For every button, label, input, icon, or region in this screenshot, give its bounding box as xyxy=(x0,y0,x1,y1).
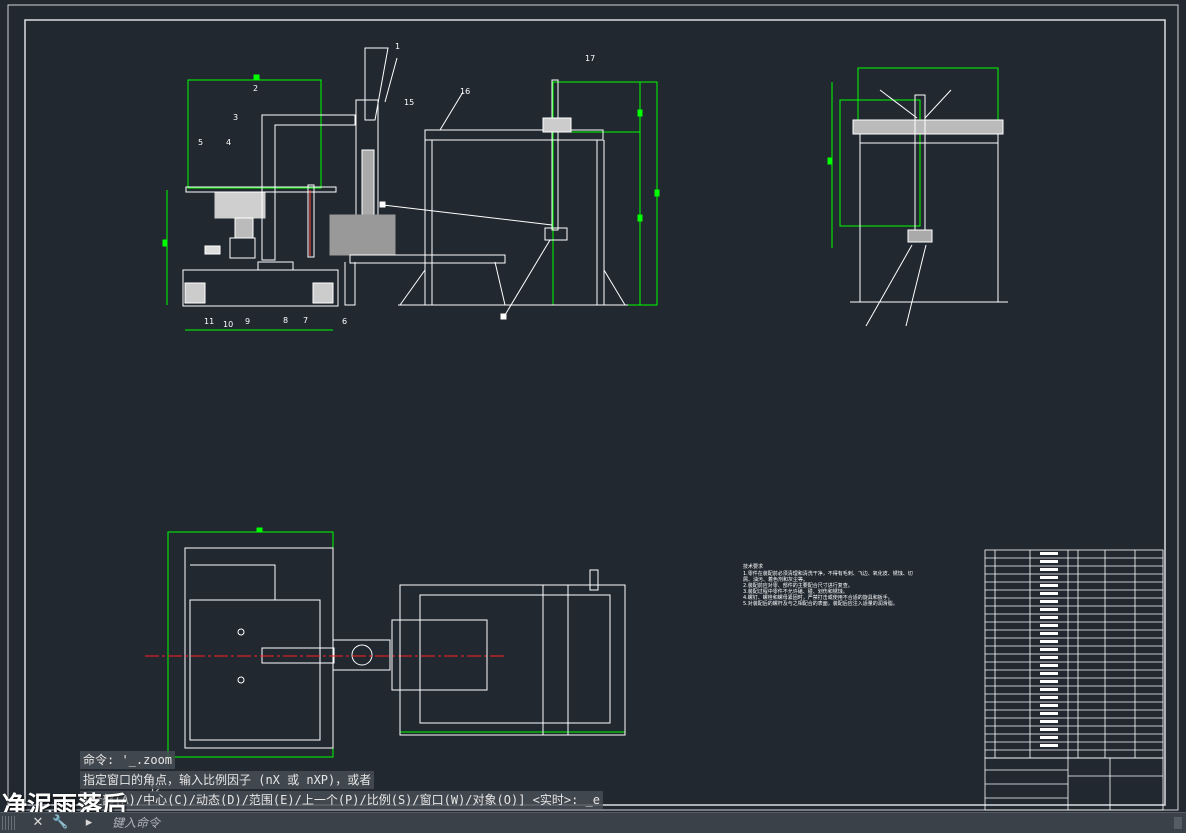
customize-wrench-icon[interactable]: 🔧 xyxy=(52,815,68,831)
table-cell-text xyxy=(1040,640,1058,643)
svg-text:5.对装配后的螺杆及与之相配合的表面，装配后应注入适量的润滑: 5.对装配后的螺杆及与之相配合的表面，装配后应注入适量的润滑脂。 xyxy=(743,600,898,607)
table-cell-text xyxy=(1040,576,1058,579)
svg-text:11: 11 xyxy=(204,317,214,326)
table-cell-text xyxy=(1040,656,1058,659)
command-line-bar: ✕ 🔧 ▸ xyxy=(0,812,1186,833)
table-cell-text xyxy=(1040,696,1058,699)
table-cell-text xyxy=(1040,728,1058,731)
drawing-canvas[interactable]: 1 2 3 4 5 6 7 8 9 10 11 12 15 16 17 技术要求… xyxy=(0,0,1186,812)
svg-text:9: 9 xyxy=(245,317,250,326)
table-cell-text xyxy=(1040,704,1058,707)
svg-text:4.螺钉、螺栓和螺母紧固时，严禁打击或使用不合适的旋具和扳手: 4.螺钉、螺栓和螺母紧固时，严禁打击或使用不合适的旋具和扳手。 xyxy=(743,594,893,601)
command-prompt-icon[interactable]: ▸ xyxy=(78,815,100,831)
svg-text:2.装配前应对零、部件的主要配合尺寸进行复查。: 2.装配前应对零、部件的主要配合尺寸进行复查。 xyxy=(743,582,853,589)
table-cell-text xyxy=(1040,672,1058,675)
table-cell-text xyxy=(1040,624,1058,627)
parts-list-table xyxy=(984,549,1164,811)
drag-grip-handle[interactable] xyxy=(2,816,16,830)
svg-text:1.零件在装配前必须清理和清洗干净，不得有毛刺、飞边、氧化皮: 1.零件在装配前必须清理和清洗干净，不得有毛刺、飞边、氧化皮、锈蚀、切 xyxy=(743,570,913,577)
command-history-line: 命令: '_.zoom xyxy=(80,751,176,769)
side-view xyxy=(379,79,660,320)
table-cell-text xyxy=(1040,720,1058,723)
table-cell-text xyxy=(1040,664,1058,667)
table-cell-text xyxy=(1040,592,1058,595)
svg-text:17: 17 xyxy=(585,54,595,63)
command-scroll-handle[interactable] xyxy=(1174,817,1182,829)
table-cell-text xyxy=(1040,744,1058,747)
table-cell-text xyxy=(1040,616,1058,619)
table-cell-text xyxy=(1040,632,1058,635)
svg-text:技术要求: 技术要求 xyxy=(743,563,763,570)
table-cell-text xyxy=(1040,680,1058,683)
tech-requirements: 技术要求 1.零件在装配前必须清理和清洗干净，不得有毛刺、飞边、氧化皮、锈蚀、切… xyxy=(743,563,913,607)
command-input[interactable] xyxy=(108,814,1176,832)
svg-text:1: 1 xyxy=(395,42,400,51)
table-cell-text xyxy=(1040,568,1058,571)
table-cell-text xyxy=(1040,712,1058,715)
front-view xyxy=(162,47,506,331)
table-cell-text xyxy=(1040,584,1058,587)
table-cell-text xyxy=(1040,648,1058,651)
table-cell-text xyxy=(1040,736,1058,739)
table-cell-text xyxy=(1040,688,1058,691)
top-view xyxy=(145,527,626,758)
svg-text:7: 7 xyxy=(303,316,308,325)
svg-text:8: 8 xyxy=(283,316,288,325)
svg-text:2: 2 xyxy=(253,84,258,93)
svg-text:16: 16 xyxy=(460,87,470,96)
svg-text:屑、油污、着色剂和灰尘等。: 屑、油污、着色剂和灰尘等。 xyxy=(743,576,808,583)
svg-text:15: 15 xyxy=(404,98,414,107)
svg-text:10: 10 xyxy=(223,320,233,329)
table-cell-text xyxy=(1040,552,1058,555)
svg-text:6: 6 xyxy=(342,317,347,326)
svg-text:5: 5 xyxy=(198,138,203,147)
table-cell-text xyxy=(1040,560,1058,563)
svg-text:3: 3 xyxy=(233,113,238,122)
svg-text:3.装配过程中零件不允许磕、碰、划伤和锈蚀。: 3.装配过程中零件不允许磕、碰、划伤和锈蚀。 xyxy=(743,588,848,595)
table-cell-text xyxy=(1040,608,1058,611)
close-icon[interactable]: ✕ xyxy=(30,815,46,831)
table-cell-text xyxy=(1040,600,1058,603)
command-history-line: [全部(A)/中心(C)/动态(D)/范围(E)/上一个(P)/比例(S)/窗口… xyxy=(80,791,603,809)
end-view xyxy=(827,67,1008,327)
svg-text:4: 4 xyxy=(226,138,231,147)
